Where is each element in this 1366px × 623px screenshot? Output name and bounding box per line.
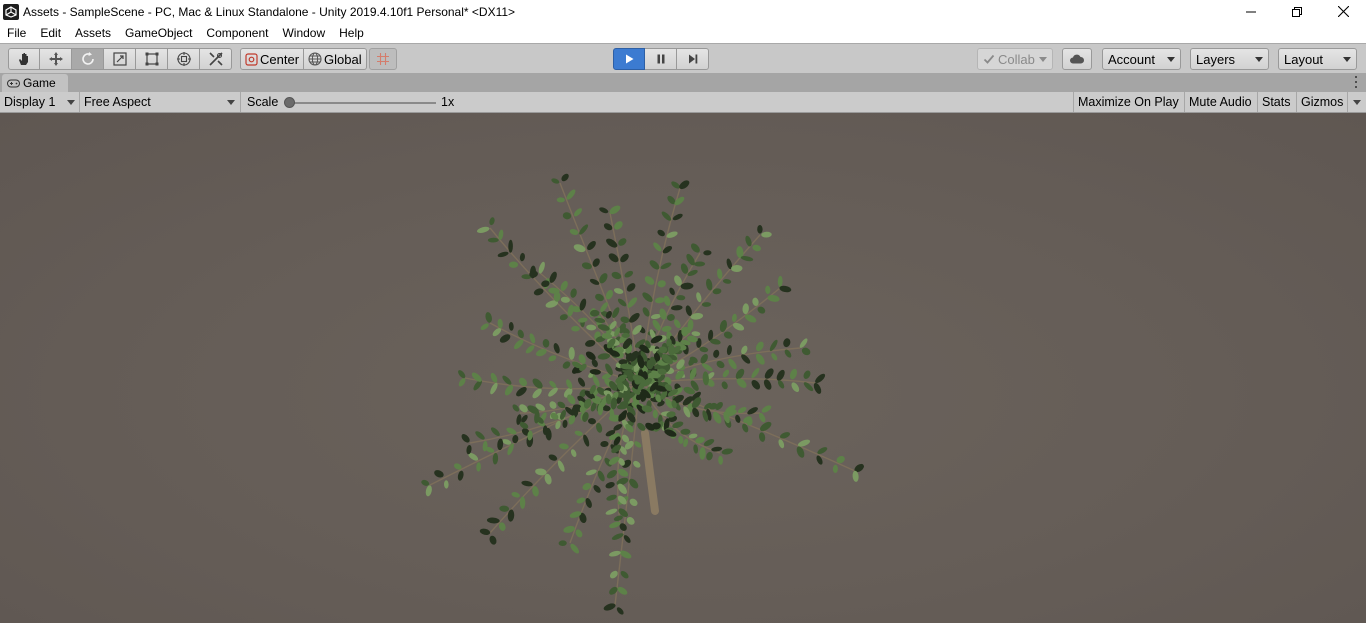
chevron-down-icon bbox=[1343, 57, 1351, 62]
gamepad-icon bbox=[7, 79, 20, 87]
move-icon bbox=[48, 52, 63, 66]
grid-snap-button[interactable] bbox=[369, 48, 397, 70]
transform-tools bbox=[8, 48, 232, 70]
gizmos-toggle[interactable]: Gizmos bbox=[1296, 92, 1347, 112]
globe-icon bbox=[308, 52, 322, 66]
grid-snap-icon bbox=[377, 53, 389, 65]
scale-value: 1x bbox=[441, 95, 455, 109]
maximize-label: Maximize On Play bbox=[1078, 95, 1179, 109]
gizmos-label: Gizmos bbox=[1301, 95, 1344, 109]
restore-button[interactable] bbox=[1274, 0, 1320, 23]
cloud-button[interactable] bbox=[1062, 48, 1092, 70]
space-label: Global bbox=[324, 51, 362, 67]
stats-label: Stats bbox=[1262, 95, 1291, 109]
snap-group bbox=[369, 48, 397, 70]
step-icon bbox=[688, 54, 697, 64]
menu-window[interactable]: Window bbox=[275, 23, 332, 43]
cloud-icon bbox=[1070, 54, 1085, 64]
aspect-label: Free Aspect bbox=[84, 95, 151, 109]
layers-dropdown[interactable]: Layers bbox=[1190, 48, 1269, 70]
title-bar: Assets - SampleScene - PC, Mac & Linux S… bbox=[0, 0, 1366, 23]
collab-label: Collab bbox=[998, 51, 1035, 67]
menu-file[interactable]: File bbox=[0, 23, 33, 43]
pivot-label: Center bbox=[260, 51, 300, 67]
rotate-tool-button[interactable] bbox=[72, 48, 104, 70]
scale-label: Scale bbox=[247, 95, 279, 109]
scale-slider-handle[interactable] bbox=[284, 97, 295, 108]
layout-label: Layout bbox=[1284, 51, 1324, 67]
collab-dropdown[interactable]: Collab bbox=[977, 48, 1053, 70]
account-label: Account bbox=[1108, 51, 1155, 67]
chevron-down-icon bbox=[1039, 57, 1047, 62]
hand-icon bbox=[19, 53, 28, 65]
close-icon bbox=[1337, 6, 1349, 17]
menu-help[interactable]: Help bbox=[332, 23, 371, 43]
layout-dropdown[interactable]: Layout bbox=[1278, 48, 1357, 70]
layers-label: Layers bbox=[1196, 51, 1236, 67]
gizmos-dropdown[interactable] bbox=[1347, 92, 1366, 112]
mute-label: Mute Audio bbox=[1189, 95, 1252, 109]
transform-tool-button[interactable] bbox=[168, 48, 200, 70]
tab-bar: Game bbox=[0, 73, 1366, 92]
menu-gameobject[interactable]: GameObject bbox=[118, 23, 199, 43]
chevron-down-icon bbox=[1353, 100, 1361, 105]
play-button[interactable] bbox=[613, 48, 645, 70]
play-controls bbox=[613, 48, 709, 70]
stats-toggle[interactable]: Stats bbox=[1257, 92, 1295, 112]
scale-icon bbox=[112, 52, 127, 66]
minimize-button[interactable] bbox=[1228, 0, 1274, 23]
display-label: Display 1 bbox=[4, 95, 56, 109]
game-view-toolbar: Display 1 Free Aspect Scale 1x Maximize … bbox=[0, 92, 1366, 113]
window-controls bbox=[1228, 0, 1366, 23]
custom-tool-button[interactable] bbox=[200, 48, 232, 70]
plant-render bbox=[421, 173, 864, 615]
window-title: Assets - SampleScene - PC, Mac & Linux S… bbox=[23, 4, 516, 19]
pivot-center-button[interactable]: Center bbox=[240, 48, 305, 70]
pivot-center-icon bbox=[245, 52, 258, 66]
chevron-down-icon bbox=[227, 100, 235, 105]
checkmark-icon bbox=[983, 54, 995, 64]
step-button[interactable] bbox=[677, 48, 709, 70]
pause-button[interactable] bbox=[645, 48, 677, 70]
rect-icon bbox=[145, 52, 158, 66]
game-viewport[interactable] bbox=[0, 113, 1366, 623]
tab-label: Game bbox=[23, 76, 56, 90]
mute-audio-toggle[interactable]: Mute Audio bbox=[1184, 92, 1256, 112]
kebab-menu-icon[interactable] bbox=[1354, 76, 1358, 88]
chevron-down-icon bbox=[1255, 57, 1263, 62]
pivot-group: Center Global bbox=[240, 48, 367, 70]
transform-icon bbox=[176, 52, 191, 66]
menu-assets[interactable]: Assets bbox=[68, 23, 118, 43]
pause-icon bbox=[657, 54, 664, 64]
minimize-icon bbox=[1246, 11, 1256, 12]
menu-edit[interactable]: Edit bbox=[33, 23, 68, 43]
account-dropdown[interactable]: Account bbox=[1102, 48, 1181, 70]
menu-bar: File Edit Assets GameObject Component Wi… bbox=[0, 23, 1366, 43]
chevron-down-icon bbox=[1167, 57, 1175, 62]
play-icon bbox=[626, 54, 634, 64]
maximize-on-play-toggle[interactable]: Maximize On Play bbox=[1073, 92, 1183, 112]
custom-tool-icon bbox=[208, 52, 223, 66]
move-tool-button[interactable] bbox=[40, 48, 72, 70]
restore-icon bbox=[1292, 6, 1302, 17]
close-button[interactable] bbox=[1320, 0, 1366, 23]
menu-component[interactable]: Component bbox=[199, 23, 275, 43]
aspect-dropdown[interactable]: Free Aspect bbox=[80, 92, 241, 112]
rotate-icon bbox=[81, 52, 94, 65]
hand-tool-button[interactable] bbox=[8, 48, 40, 70]
rect-tool-button[interactable] bbox=[136, 48, 168, 70]
main-toolbar: Center Global Collab Account Layers Layo… bbox=[0, 43, 1366, 73]
tab-game[interactable]: Game bbox=[2, 74, 68, 92]
chevron-down-icon bbox=[67, 100, 75, 105]
scale-slider-track[interactable] bbox=[290, 102, 436, 104]
pivot-global-button[interactable]: Global bbox=[304, 48, 367, 70]
scale-tool-button[interactable] bbox=[104, 48, 136, 70]
unity-logo-icon bbox=[3, 3, 19, 20]
display-dropdown[interactable]: Display 1 bbox=[0, 92, 80, 112]
